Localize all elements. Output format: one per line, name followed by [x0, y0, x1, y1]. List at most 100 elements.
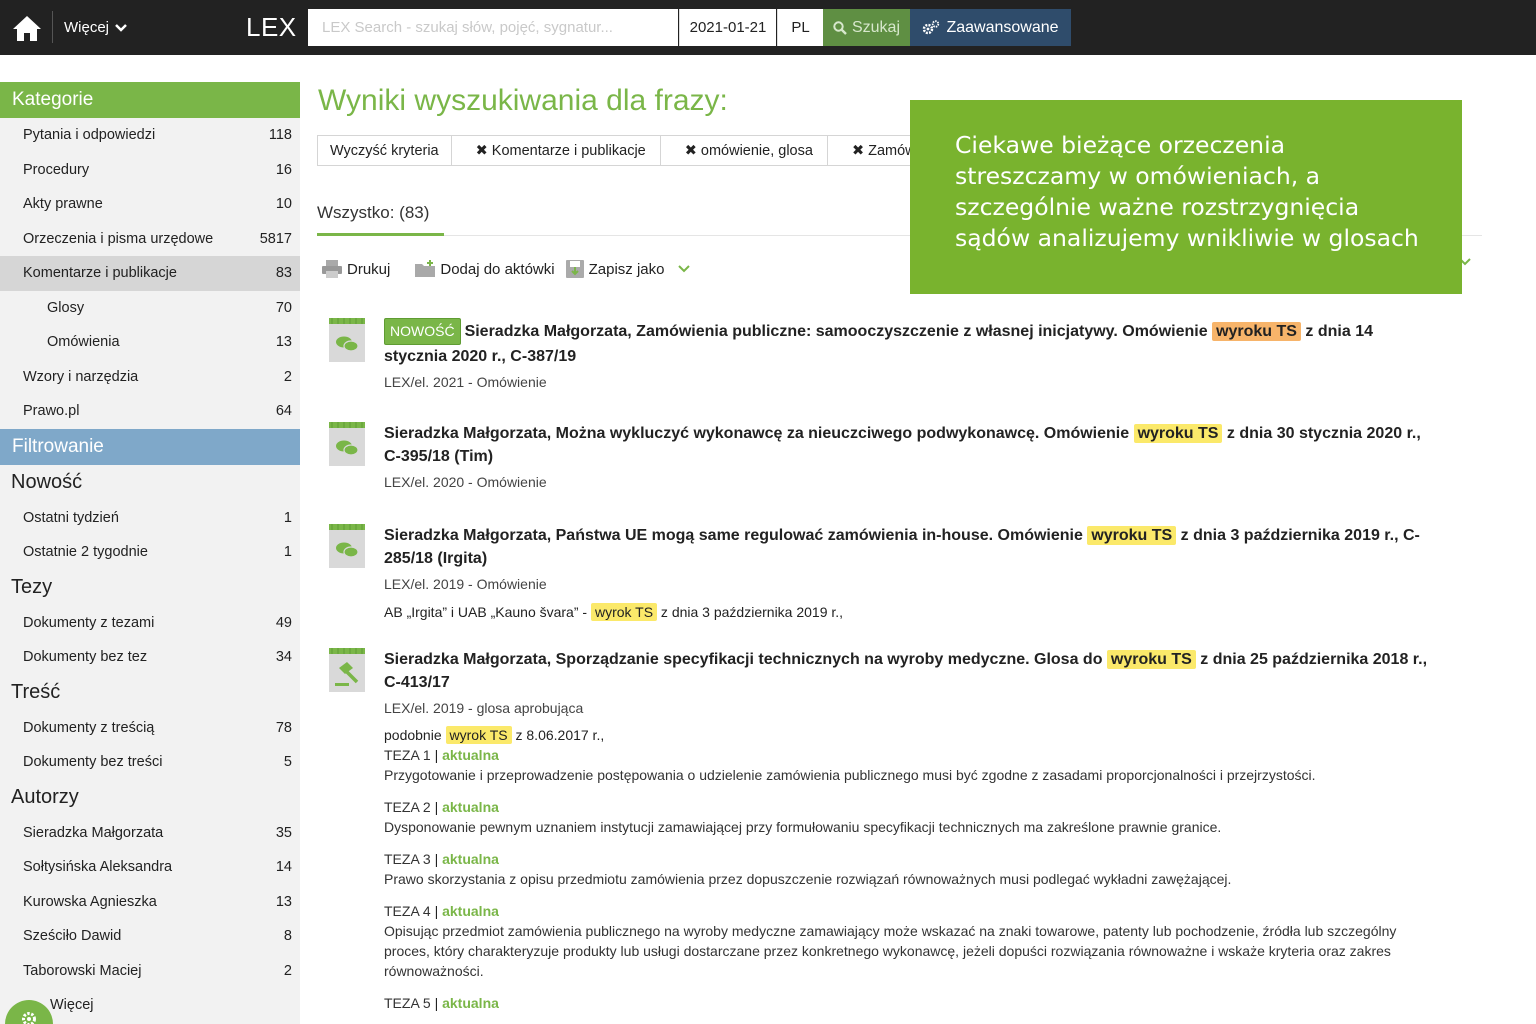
criteria-chip-label: omówienie, glosa	[700, 142, 813, 159]
category-label: Akty prawne	[23, 196, 103, 213]
thesis[interactable]: TEZA 1 | aktualna Przygotowanie i przepr…	[384, 745, 1434, 785]
thesis[interactable]: TEZA 4 | aktualna Opisując przedmiot zam…	[384, 901, 1434, 981]
print-label: Drukuj	[347, 260, 391, 278]
thesis[interactable]: TEZA 3 | aktualna Prawo skorzystania z o…	[384, 849, 1434, 889]
results-toolbar: Drukuj Dodaj do aktówki Zapisz jako	[321, 256, 700, 282]
printer-icon	[322, 260, 342, 278]
category-count: 2	[283, 368, 292, 385]
filter-label: Kurowska Agnieszka	[23, 893, 157, 910]
search-button[interactable]: Szukaj	[823, 9, 910, 46]
category-item-procedures[interactable]: Procedury 16	[0, 153, 300, 188]
thesis-text: Prawo skorzystania z opisu przedmiotu za…	[384, 871, 1232, 887]
category-item-prawo-pl[interactable]: Prawo.pl 64	[0, 394, 300, 429]
category-item-judgments[interactable]: Orzeczenia i pisma urzędowe 5817	[0, 222, 300, 257]
thesis-text: Dysponowanie pewnym uznaniem instytucji …	[384, 819, 1222, 835]
category-count: 13	[275, 334, 292, 351]
language-select[interactable]: PL	[777, 9, 823, 46]
date-field[interactable]: 2021-01-21	[679, 9, 776, 46]
filter-item-with-theses[interactable]: Dokumenty z tezami 49	[0, 606, 300, 641]
thesis-number: TEZA 2	[384, 799, 431, 815]
add-to-briefcase-button[interactable]: Dodaj do aktówki	[414, 259, 555, 279]
tab-all[interactable]: Wszystko: (83)	[317, 203, 429, 223]
save-as-button[interactable]: Zapisz jako	[565, 259, 691, 279]
result-meta: LEX/el. 2020 - Omówienie	[384, 474, 547, 490]
related-text: AB „Irgita” i UAB „Kauno švara” -	[384, 604, 591, 620]
result-title[interactable]: Sieradzka Małgorzata, Sporządzanie specy…	[384, 648, 1434, 694]
review-document-icon	[329, 422, 365, 466]
criteria-chip[interactable]: ✖ omówienie, glosa	[659, 135, 828, 166]
search-icon	[833, 20, 847, 35]
result-title[interactable]: Sieradzka Małgorzata, Państwa UE mogą sa…	[384, 524, 1434, 570]
category-count: 83	[275, 265, 292, 282]
result-meta: LEX/el. 2019 - glosa aprobująca	[384, 700, 584, 716]
category-item-legal-acts[interactable]: Akty prawne 10	[0, 187, 300, 222]
home-button[interactable]	[0, 0, 54, 55]
filter-item-without-content[interactable]: Dokumenty bez treści 5	[0, 745, 300, 780]
category-label: Pytania i odpowiedzi	[23, 127, 156, 144]
result-title[interactable]: NOWOŚĆ Sieradzka Małgorzata, Zamówienia p…	[384, 318, 1434, 368]
filter-item-without-theses[interactable]: Dokumenty bez tez 34	[0, 640, 300, 675]
related-text: podobnie	[384, 727, 446, 743]
filter-item-author[interactable]: Sołtysińska Aleksandra 14	[0, 850, 300, 885]
criteria-chip[interactable]: ✖ Komentarze i publikacje	[450, 135, 661, 166]
filter-item-author[interactable]: Taborowski Maciej 2	[0, 954, 300, 989]
print-button[interactable]: Drukuj	[321, 259, 390, 279]
category-label: Prawo.pl	[23, 403, 80, 420]
filter-count: 1	[283, 509, 292, 526]
related-judgment[interactable]: AB „Irgita” i UAB „Kauno švara” - wyrok …	[384, 602, 1434, 622]
new-badge: NOWOŚĆ	[384, 318, 461, 345]
filter-item-author[interactable]: Sześciło Dawid 8	[0, 919, 300, 954]
filter-count: 34	[275, 649, 292, 666]
search-input[interactable]	[308, 9, 678, 46]
more-menu-button[interactable]: Więcej	[64, 0, 127, 55]
criteria-chip-label: Komentarze i publikacje	[491, 142, 646, 159]
filter-item-author[interactable]: Kurowska Agnieszka 13	[0, 885, 300, 920]
filter-count: 13	[275, 893, 292, 910]
chevron-down-icon	[678, 265, 691, 273]
filter-count: 35	[275, 824, 292, 841]
category-item-templates[interactable]: Wzory i narzędzia 2	[0, 360, 300, 395]
result-title[interactable]: Sieradzka Małgorzata, Można wykluczyć wy…	[384, 422, 1434, 468]
filter-item-last-week[interactable]: Ostatni tydzień 1	[0, 501, 300, 536]
filter-label: Sieradzka Małgorzata	[23, 824, 164, 841]
thesis-status: aktualna	[442, 747, 499, 763]
clear-criteria-button[interactable]: Wyczyść kryteria	[317, 135, 452, 166]
filter-item-author[interactable]: Sieradzka Małgorzata 35	[0, 816, 300, 851]
search-highlight: wyroku TS	[1133, 424, 1223, 443]
category-label: Wzory i narzędzia	[23, 368, 139, 385]
thesis[interactable]: TEZA 5 | aktualna	[384, 993, 1434, 1013]
filter-label: Dokumenty bez treści	[23, 754, 163, 771]
top-bar: Więcej LEX 2021-01-21 PL Szukaj Zaawanso…	[0, 0, 1536, 55]
filter-label: Ostatni tydzień	[23, 509, 119, 526]
category-count: 64	[275, 403, 292, 420]
search-highlight: wyrok TS	[590, 603, 658, 621]
more-menu-label: Więcej	[64, 19, 110, 36]
lex-logo[interactable]: LEX	[246, 0, 297, 55]
related-judgment[interactable]: podobnie wyrok TS z 8.06.2017 r.,	[384, 725, 1434, 745]
category-item-commentaries[interactable]: Komentarze i publikacje 83	[0, 256, 300, 291]
filter-item-last-2-weeks[interactable]: Ostatnie 2 tygodnie 1	[0, 535, 300, 570]
category-item-glosses[interactable]: Glosy 70	[0, 291, 300, 326]
title-text: Sieradzka Małgorzata, Zamówienia publicz…	[464, 323, 1213, 340]
filter-item-with-content[interactable]: Dokumenty z treścią 78	[0, 711, 300, 746]
close-icon[interactable]: ✖	[852, 143, 864, 159]
filter-label: Dokumenty z treścią	[23, 719, 155, 736]
thesis-status: aktualna	[442, 851, 499, 867]
category-label: Procedury	[23, 161, 90, 178]
save-as-label: Zapisz jako	[588, 260, 665, 278]
result-meta: LEX/el. 2019 - Omówienie	[384, 576, 547, 592]
gears-icon	[923, 19, 940, 34]
category-item-reviews[interactable]: Omówienia 13	[0, 325, 300, 360]
close-icon[interactable]: ✖	[476, 143, 488, 159]
filter-label: Ostatnie 2 tygodnie	[23, 544, 148, 561]
thesis[interactable]: TEZA 2 | aktualna Dysponowanie pewnym uz…	[384, 797, 1434, 837]
category-item-qa[interactable]: Pytania i odpowiedzi 118	[0, 118, 300, 153]
advanced-search-button[interactable]: Zaawansowane	[910, 9, 1071, 46]
close-icon[interactable]: ✖	[685, 143, 697, 159]
category-label: Glosy	[47, 299, 85, 316]
category-label: Orzeczenia i pisma urzędowe	[23, 230, 214, 247]
clear-criteria-label: Wyczyść kryteria	[330, 142, 439, 159]
filter-group-title: Tezy	[11, 576, 53, 598]
home-icon	[13, 15, 41, 41]
filter-count: 1	[283, 544, 292, 561]
